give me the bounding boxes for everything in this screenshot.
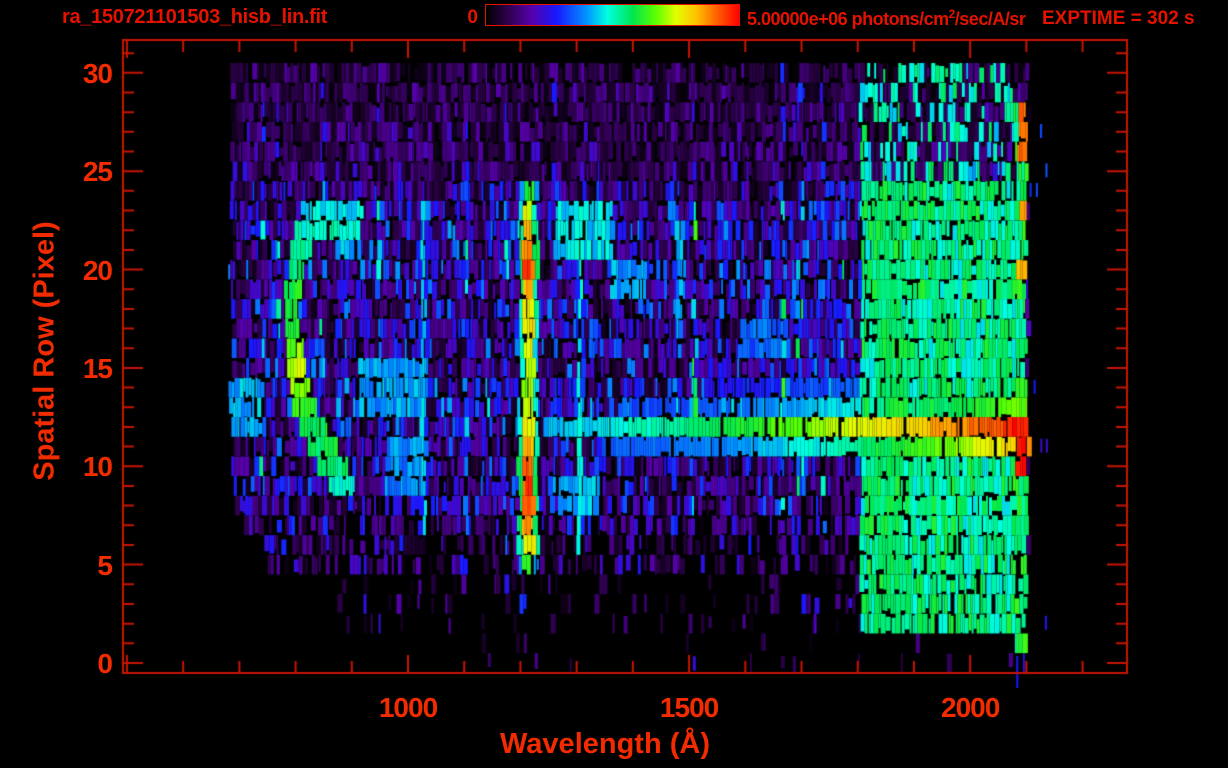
y-tick-label: 20 [82,254,113,286]
exptime-label: EXPTIME = 302 s [1042,8,1195,29]
y-tick-label: 15 [82,352,113,384]
y-tick-label: 0 [97,647,113,679]
y-axis-title: Spatial Row (Pixel) [28,221,61,481]
spectrum-heatmap-canvas [0,0,1228,768]
y-tick-label: 30 [82,57,113,89]
colorbar-min-label: 0 [467,7,478,28]
x-axis-title: Wavelength (Å) [500,728,710,760]
y-tick-label: 25 [82,156,113,188]
y-tick-label: 10 [82,451,113,483]
x-tick-label: 2000 [941,692,1000,723]
colorbar-max-prefix: 5.00000e+06 photons/cm [747,9,949,29]
colorbar-gradient [485,4,740,26]
y-tick-label: 5 [97,549,113,581]
spectral-image-viewer: ra_150721101503_hisb_lin.fit 0 5.00000e+… [0,0,1228,768]
file-name-label: ra_150721101503_hisb_lin.fit [62,6,328,28]
colorbar-max-suffix: /sec/A/sr [954,9,1026,29]
colorbar-max-superscript: 2 [948,7,956,21]
x-tick-label: 1000 [378,692,438,723]
x-tick-label: 1500 [659,692,719,723]
colorbar-max-label: 5.00000e+06 photons/cm2/sec/A/sr [747,7,1026,30]
